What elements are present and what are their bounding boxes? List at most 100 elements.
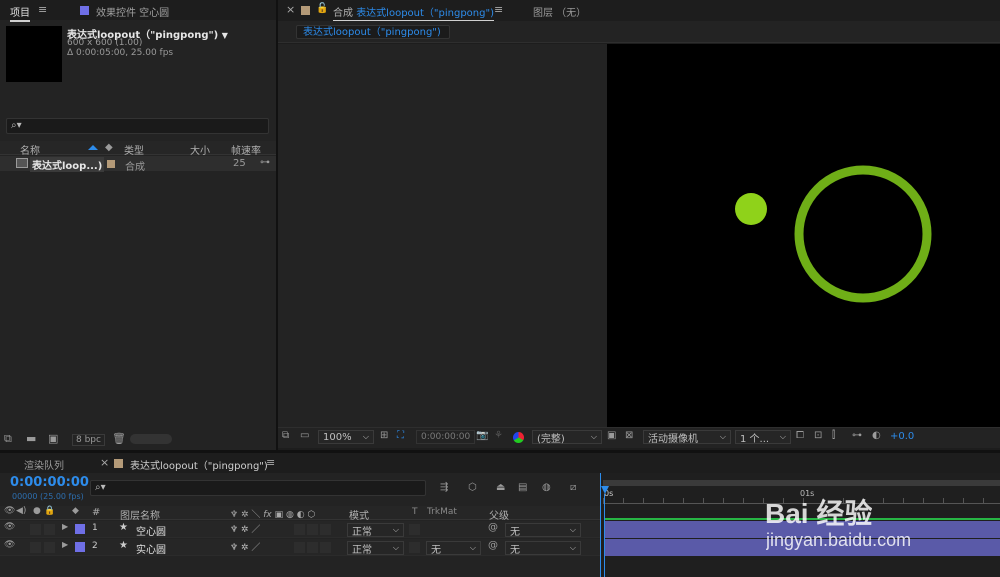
audio-icon[interactable]: ◀) — [16, 506, 26, 516]
adjustment-switch-icon[interactable]: ◐ — [297, 510, 305, 520]
col-layer-name[interactable]: 图层名称 — [120, 507, 160, 522]
flowchart-icon[interactable]: ⊶ — [852, 430, 862, 441]
layer-switch-box[interactable] — [320, 524, 331, 535]
comp-breadcrumb[interactable]: 表达式loopout（"pingpong") — [296, 25, 450, 39]
col-t[interactable]: T — [412, 507, 418, 517]
quality-switch-icon[interactable]: ＼ — [251, 510, 260, 520]
shy-switch-icon[interactable]: ♆ — [230, 510, 238, 520]
tab-project[interactable]: 项目 — [10, 4, 30, 22]
region-of-interest-icon[interactable]: ⛶ — [397, 430, 404, 441]
layer-audio-box[interactable] — [30, 542, 41, 553]
new-composition-icon[interactable]: ▣ — [48, 432, 58, 445]
layer-trkmat-select[interactable]: 无 ⌵ — [426, 541, 481, 556]
layer-tab[interactable]: 图层 （无） — [533, 4, 586, 19]
layer-switches[interactable]: ♆ ✲ ／ — [230, 522, 260, 535]
layer-switch-box[interactable] — [307, 542, 318, 553]
camera-select[interactable]: 活动摄像机 ⌵ — [643, 430, 731, 445]
graph-editor-icon[interactable]: ⧄ — [570, 482, 576, 493]
viewer-timecode[interactable]: 0:00:00:00 — [416, 430, 476, 444]
grid-guides-icon[interactable]: ⊞ — [380, 430, 388, 441]
project-footer-slider[interactable] — [130, 434, 172, 444]
timeline-tab-menu[interactable]: ≡ — [266, 456, 275, 469]
layer-visibility-icon[interactable]: 👁 — [4, 522, 15, 532]
layer-preserve-transparency-box[interactable] — [409, 542, 420, 553]
label-tag-icon[interactable]: ◆ — [105, 142, 113, 153]
project-search-input[interactable]: ⌕▾ — [6, 118, 269, 134]
solo-icon[interactable]: ● — [33, 506, 41, 516]
color-channels-icon[interactable] — [513, 432, 524, 443]
video-eye-icon[interactable]: 👁 — [4, 506, 15, 516]
motion-blur-switch-icon[interactable]: ◍ — [286, 510, 294, 520]
solid-circle-layer[interactable] — [735, 193, 767, 225]
label-column-icon[interactable]: ◆ — [72, 506, 79, 516]
views-select[interactable]: 1 个... ⌵ — [735, 430, 791, 445]
parent-pickwhip-icon[interactable]: @ — [488, 540, 498, 551]
collapse-switch-icon[interactable]: ✲ — [241, 510, 249, 520]
layer-mode-select[interactable]: 正常 ⌵ — [347, 541, 404, 556]
bpc-button[interactable]: 8 bpc — [72, 434, 105, 446]
timeline-search-input[interactable]: ⌕▾ — [90, 480, 426, 496]
layer-visibility-icon[interactable]: 👁 — [4, 540, 15, 550]
timeline-icon[interactable]: ⫿ — [832, 430, 835, 441]
trash-icon[interactable]: 🗑 — [112, 432, 126, 445]
tab-render-queue[interactable]: 渲染队列 — [24, 457, 64, 472]
reset-exposure-icon[interactable]: ⊡ — [814, 430, 822, 441]
project-item-label-swatch[interactable] — [107, 160, 115, 168]
transparency-grid-icon[interactable]: ⊠ — [625, 430, 633, 441]
dropdown-arrow-icon[interactable]: ▼ — [222, 31, 228, 40]
parent-pickwhip-icon[interactable]: @ — [488, 522, 498, 533]
comp-tab-close[interactable]: × — [286, 3, 295, 16]
comp-tab-menu[interactable]: ≡ — [494, 3, 503, 16]
interpret-footage-icon[interactable]: ⧉ — [4, 432, 12, 446]
exposure-value[interactable]: +0.0 — [890, 431, 914, 442]
always-preview-icon[interactable]: ⧉ — [282, 430, 289, 441]
zoom-select[interactable]: 100% ⌵ — [318, 430, 374, 444]
layer-parent-select[interactable]: 无 ⌵ — [505, 541, 581, 556]
layer-preserve-transparency-box[interactable] — [409, 524, 420, 535]
shy-layers-icon[interactable]: ⏏ — [496, 482, 505, 493]
layer-switch-box[interactable] — [320, 542, 331, 553]
show-snapshot-icon[interactable]: ⚘ — [494, 430, 503, 441]
layer-label-swatch[interactable] — [75, 542, 85, 552]
current-time-indicator[interactable] — [601, 486, 609, 494]
layer-switch-box[interactable] — [307, 524, 318, 535]
comp-flowchart-icon[interactable]: ⇶ — [440, 482, 448, 493]
fx-switch-icon[interactable]: fx — [263, 510, 272, 520]
layer-mode-select[interactable]: 正常 ⌵ — [347, 523, 404, 538]
tab-project-menu[interactable]: ≡ — [38, 3, 47, 16]
work-area-bar[interactable] — [603, 480, 1000, 486]
motion-blur-icon[interactable]: ◍ — [542, 482, 551, 493]
draft-3d-icon[interactable]: ⬡ — [468, 482, 477, 493]
layer-switch-box[interactable] — [294, 524, 305, 535]
fast-preview-icon[interactable]: ▣ — [607, 430, 616, 441]
layer-lock-box[interactable] — [44, 542, 55, 553]
frame-blend-switch-icon[interactable]: ▣ — [275, 510, 284, 520]
layer-switch-box[interactable] — [294, 542, 305, 553]
comp-tab[interactable]: 合成 表达式loopout（"pingpong") — [333, 4, 494, 22]
new-folder-icon[interactable]: ▬ — [26, 432, 36, 445]
current-time-display[interactable]: 0:00:00:00 — [10, 475, 89, 490]
lock-icon[interactable]: 🔓 — [316, 3, 328, 14]
exposure-icon[interactable]: ◐ — [872, 430, 881, 441]
layer-audio-box[interactable] — [30, 524, 41, 535]
snapshot-camera-icon[interactable]: 📷 — [476, 430, 488, 441]
col-parent[interactable]: 父级 — [489, 507, 509, 522]
layer-lock-box[interactable] — [44, 524, 55, 535]
resolution-select[interactable]: (完整) ⌵ — [532, 430, 602, 445]
col-fps[interactable]: 帧速率 — [231, 142, 261, 157]
col-type[interactable]: 类型 — [124, 142, 144, 157]
timeline-tab-close[interactable]: × — [100, 456, 109, 469]
lock-column-icon[interactable]: 🔒 — [44, 506, 55, 516]
flowchart-icon[interactable]: ⊶ — [260, 157, 270, 168]
col-size[interactable]: 大小 — [190, 142, 210, 157]
expand-triangle-icon[interactable]: ▶ — [62, 540, 68, 549]
col-trkmat[interactable]: TrkMat — [427, 507, 457, 517]
layer-label-swatch[interactable] — [75, 524, 85, 534]
col-layer-number[interactable]: # — [92, 507, 100, 518]
3d-switch-icon[interactable]: ⬡ — [308, 510, 316, 520]
frame-blending-icon[interactable]: ▤ — [518, 482, 527, 493]
layer-name[interactable]: 实心圆 — [136, 541, 166, 556]
monitor-icon[interactable]: ▭ — [300, 430, 309, 441]
toggle-pixel-aspect-icon[interactable]: ⧠ — [796, 430, 804, 441]
col-name[interactable]: 名称 — [20, 142, 40, 157]
